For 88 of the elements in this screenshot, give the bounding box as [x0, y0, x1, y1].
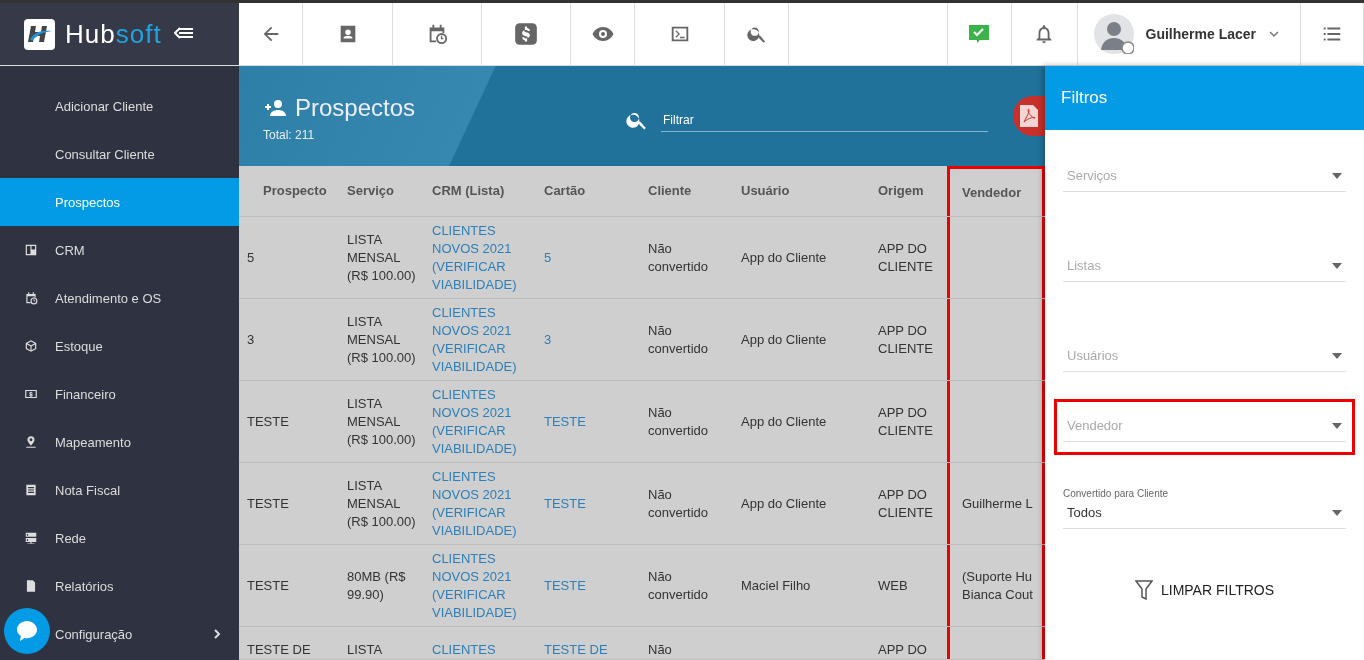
sidebar-item[interactable]: Estoque — [0, 322, 239, 370]
crm-list-link[interactable]: CLIENTES NOVOS 2021 (VERIFICAR VIABILIDADE) — [424, 381, 536, 462]
dropdown-caret-icon — [1332, 172, 1342, 179]
client-status-cell-text: Não convertido — [647, 485, 709, 522]
sidebar-item[interactable]: Consultar Cliente — [0, 130, 239, 178]
board-icon — [24, 243, 38, 257]
dropdown-caret-icon — [1332, 509, 1342, 516]
client-status-cell-text: Não — [647, 641, 673, 659]
origin-cell-text: APP DO CLIENTE — [877, 485, 934, 522]
sidebar-item[interactable]: Mapeamento — [0, 418, 239, 466]
prospect-cell-text: TESTE — [246, 494, 290, 513]
card-link[interactable]: TESTE — [536, 381, 640, 462]
calendar-clock-icon — [24, 291, 38, 305]
crm-list-link[interactable]: CLIENTES NOVOS 2021 (VERIFICAR VIABILIDADE) — [424, 217, 536, 298]
crm-list-link[interactable]: CLIENTES NOVOS 2021 (VERIFICAR VIABILIDADE) — [424, 299, 536, 380]
chevron-down-icon — [1268, 30, 1280, 38]
column-header[interactable]: Usuário — [733, 166, 870, 216]
sidebar-item[interactable]: Rede — [0, 514, 239, 562]
banknote-icon — [24, 387, 38, 401]
field-label: Convertido para Cliente — [1063, 488, 1170, 499]
client-status-cell-text: Não convertido — [647, 403, 709, 440]
crm-list-link[interactable]: CLIENTES NOVOS 2021 (VERIFICAR VIABILIDADE) — [424, 545, 536, 626]
user-cell-text: App do Cliente — [740, 494, 828, 513]
document-icon — [24, 483, 38, 497]
sidebar-item[interactable]: CRM — [0, 226, 239, 274]
card-link[interactable]: TESTE — [536, 463, 640, 544]
funnel-icon — [1134, 580, 1153, 600]
pdf-icon — [1020, 105, 1038, 127]
column-header[interactable]: Serviço — [339, 166, 424, 216]
service-cell-text: 80MB (R$ 99.90) — [346, 567, 407, 604]
user-cell-text: App do Cliente — [740, 412, 828, 431]
logo-wordmark: Hubsoft — [65, 18, 162, 50]
map-pin-icon — [24, 435, 38, 449]
user-cell-text: Maciel Filho — [740, 576, 812, 595]
column-header[interactable]: Cliente — [640, 166, 733, 216]
prospect-cell-text: TESTE DE — [246, 641, 312, 659]
dropdown-caret-icon — [1332, 422, 1342, 429]
origin-cell-text: APP DO CLIENTE — [877, 321, 934, 358]
chat-check-icon — [967, 22, 991, 46]
user-cell-text: App do Cliente — [740, 248, 828, 267]
service-cell-text: LISTA MENSAL (R$ 100.00) — [346, 394, 417, 449]
origin-cell-text: WEB — [877, 576, 909, 595]
dollar-icon — [513, 21, 539, 47]
panel-title: Filtros — [1045, 66, 1364, 130]
sidebar-item[interactable]: Adicionar Cliente — [0, 82, 239, 130]
service-cell-text: LISTA — [346, 641, 384, 659]
sidebar-item[interactable]: Prospectos — [0, 178, 239, 226]
client-status-cell-text: Não convertido — [647, 567, 709, 604]
sidebar-item[interactable]: Nota Fiscal — [0, 466, 239, 514]
origin-cell-text: APP DO CLIENTE — [877, 403, 934, 440]
column-header[interactable]: Cartão — [536, 166, 640, 216]
client-status-cell-text: Não convertido — [647, 321, 709, 358]
speech-bubble-icon — [15, 619, 39, 643]
dropdown-caret-icon — [1332, 352, 1342, 359]
sidebar-item[interactable]: Atendimento e OS — [0, 274, 239, 322]
client-status-cell-text: Não convertido — [647, 239, 709, 276]
user-cell-text: App do Cliente — [740, 330, 828, 349]
crm-list-link[interactable]: CLIENTES — [424, 627, 536, 659]
server-icon — [24, 531, 38, 545]
logo-icon — [24, 18, 55, 50]
prospect-cell-text: 5 — [246, 248, 256, 267]
filter-input[interactable]: Filtrar — [661, 108, 988, 132]
pdf-export-button[interactable] — [1013, 96, 1045, 136]
prospect-cell-text: TESTE — [246, 576, 290, 595]
page-title: Prospectos — [295, 94, 416, 122]
report-icon — [24, 579, 38, 593]
service-cell-text: LISTA MENSAL (R$ 100.00) — [346, 312, 417, 367]
cube-icon — [24, 339, 38, 353]
sidebar-item[interactable]: Relatórios — [0, 562, 239, 610]
column-header[interactable]: Origem — [870, 166, 947, 216]
column-header[interactable]: CRM (Lista) — [424, 166, 536, 216]
card-link[interactable]: 3 — [536, 299, 640, 380]
messages-button[interactable] — [946, 3, 1012, 65]
card-link[interactable]: 5 — [536, 217, 640, 298]
prospect-cell-text: 3 — [246, 330, 256, 349]
crm-list-link[interactable]: CLIENTES NOVOS 2021 (VERIFICAR VIABILIDADE) — [424, 463, 536, 544]
service-cell-text: LISTA MENSAL (R$ 100.00) — [346, 230, 417, 285]
avatar-silhouette-icon — [1093, 14, 1134, 54]
dropdown-caret-icon — [1332, 262, 1342, 269]
origin-cell-text: APP DO CLIENTE — [877, 239, 934, 276]
total-count: Total: 211 — [263, 128, 316, 142]
origin-cell-text: APP DO — [877, 641, 928, 659]
card-link[interactable]: TESTE — [536, 545, 640, 626]
card-link[interactable]: TESTE DE — [536, 627, 640, 659]
service-cell-text: LISTA MENSAL (R$ 100.00) — [346, 476, 417, 531]
sidebar-item[interactable]: Financeiro — [0, 370, 239, 418]
column-header[interactable]: Prospecto — [239, 166, 339, 216]
prospect-cell-text: TESTE — [246, 412, 290, 431]
